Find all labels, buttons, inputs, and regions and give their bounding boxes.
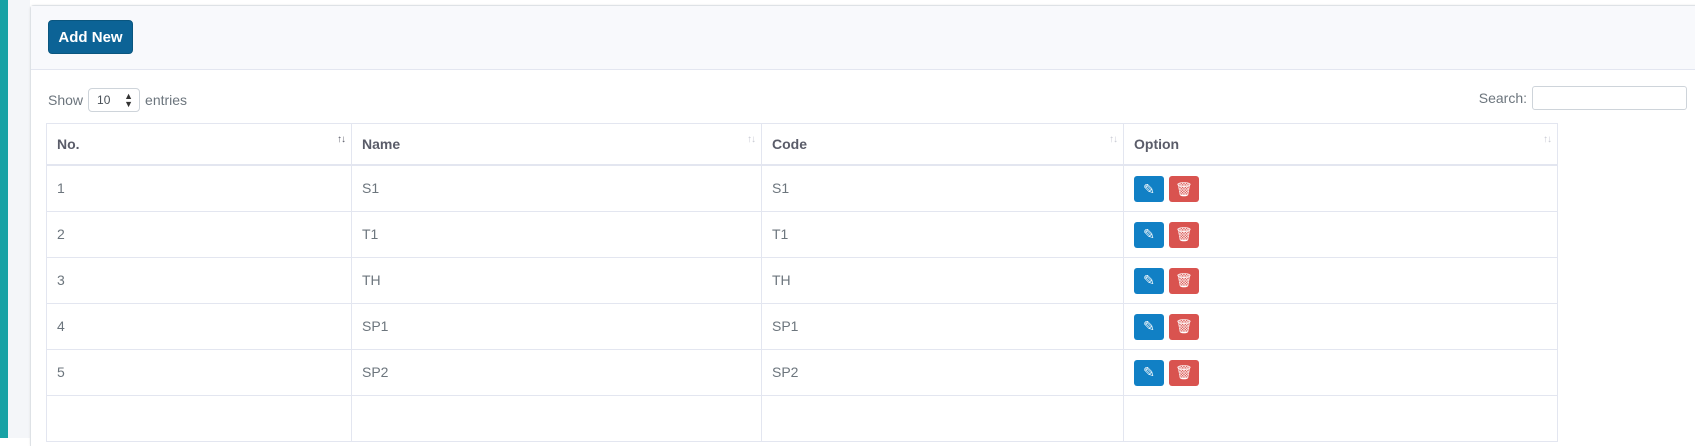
table-row: 1 S1 S1 ✎ 🗑 [46,164,1558,212]
sidebar-edge [0,0,8,438]
edit-icon: ✎ [1143,180,1155,197]
delete-button[interactable]: 🗑 [1168,176,1199,202]
edit-button[interactable]: ✎ [1134,313,1164,340]
search-input[interactable] [1532,86,1687,110]
cell-no: 5 [46,348,352,396]
cell-code: S1 [761,164,1124,212]
table-header-row: No. ↑↓ Name ↑↓ Code ↑↓ Option ↑↓ [46,123,1558,166]
edit-button[interactable]: ✎ [1134,221,1164,248]
column-header-name[interactable]: Name ↑↓ [351,123,762,166]
cell-option [1123,394,1558,442]
page-gutter [8,0,30,438]
cell-name: SP1 [351,302,762,350]
edit-button[interactable]: ✎ [1134,176,1164,202]
sort-icon: ↑↓ [337,134,346,145]
cell-option: ✎ 🗑 [1123,302,1558,350]
edit-icon: ✎ [1143,272,1155,288]
entries-length-control: Show 10 ▲ ▼ entries [48,88,187,112]
edit-button[interactable]: ✎ [1134,267,1164,294]
cell-code: SP2 [761,348,1124,396]
trash-icon: 🗑 [1175,318,1193,334]
cell-name: SP2 [351,348,762,396]
cell-no: 1 [46,164,352,212]
cell-option: ✎ 🗑 [1123,256,1558,304]
cell-code: TH [761,256,1124,304]
table-controls: Show 10 ▲ ▼ entries Search: [31,70,1695,126]
cell-no: 3 [46,256,352,304]
sort-icon: ↑↓ [1109,134,1118,145]
cell-name: T1 [351,210,762,258]
cell-code: SP1 [761,302,1124,350]
trash-icon: 🗑 [1175,180,1193,197]
cell-option: ✎ 🗑 [1123,348,1558,396]
cell-code [761,394,1124,442]
column-header-no[interactable]: No. ↑↓ [46,123,352,166]
table-row: 3 TH TH ✎ 🗑 [46,256,1558,304]
column-header-code[interactable]: Code ↑↓ [761,123,1124,166]
entries-select-value: 10 [97,93,111,107]
data-card: Add New Show 10 ▲ ▼ entries Search: No. ↑… [30,5,1695,446]
edit-icon: ✎ [1143,364,1155,380]
select-arrows-icon: ▲ ▼ [124,91,134,109]
trash-icon: 🗑 [1175,364,1193,380]
table-row: 5 SP2 SP2 ✎ 🗑 [46,348,1558,396]
edit-icon: ✎ [1143,318,1155,334]
delete-button[interactable]: 🗑 [1168,359,1199,386]
delete-button[interactable]: 🗑 [1168,267,1199,294]
delete-button[interactable]: 🗑 [1168,221,1199,248]
data-table: No. ↑↓ Name ↑↓ Code ↑↓ Option ↑↓ 1 S1 S1… [46,123,1558,442]
edit-button[interactable]: ✎ [1134,359,1164,386]
table-row: 2 T1 T1 ✎ 🗑 [46,210,1558,258]
cell-no [46,394,352,442]
table-row [46,394,1558,442]
cell-name [351,394,762,442]
column-header-option[interactable]: Option ↑↓ [1123,123,1558,166]
search-label: Search: [1478,90,1527,106]
sort-icon: ↑↓ [747,134,756,145]
add-new-button[interactable]: Add New [48,20,133,54]
cell-code: T1 [761,210,1124,258]
cell-name: S1 [351,164,762,212]
cell-no: 4 [46,302,352,350]
show-label: Show [48,92,84,108]
cell-no: 2 [46,210,352,258]
entries-select[interactable]: 10 ▲ ▼ [88,88,141,112]
table-row: 4 SP1 SP1 ✎ 🗑 [46,302,1558,350]
trash-icon: 🗑 [1175,226,1193,242]
cell-name: TH [351,256,762,304]
edit-icon: ✎ [1143,226,1155,242]
cell-option: ✎ 🗑 [1123,164,1558,212]
entries-label: entries [145,92,188,108]
sort-icon: ↑↓ [1543,134,1552,145]
delete-button[interactable]: 🗑 [1168,313,1199,340]
search-control: Search: [1479,86,1687,110]
trash-icon: 🗑 [1175,272,1193,288]
card-header: Add New [31,6,1695,70]
cell-option: ✎ 🗑 [1123,210,1558,258]
